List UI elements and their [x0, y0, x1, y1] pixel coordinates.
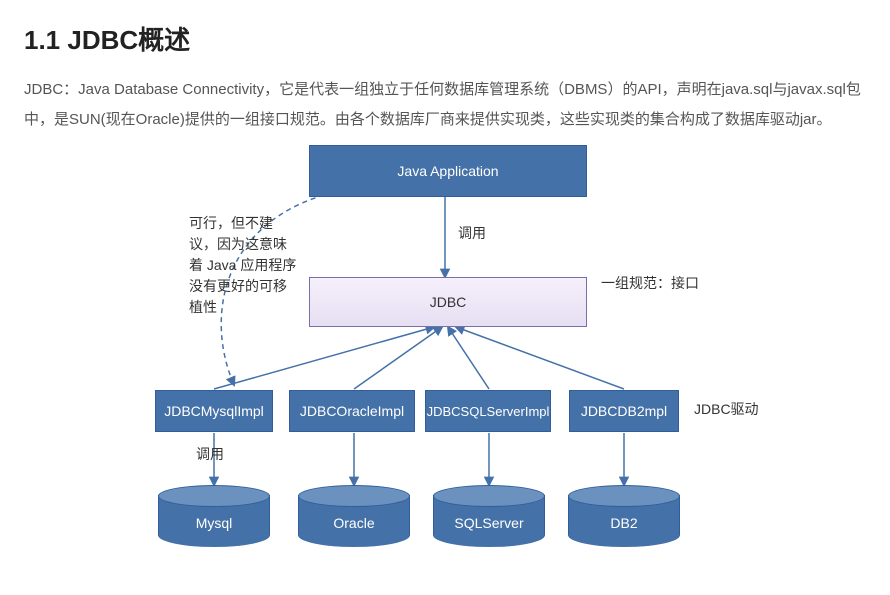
- jdbc-label: JDBC: [430, 294, 467, 310]
- db-oracle-cylinder: Oracle: [298, 485, 410, 547]
- jdbc-box: JDBC: [309, 277, 587, 327]
- db-db2-label: DB2: [568, 515, 680, 531]
- jdbc-architecture-diagram: Java Application 调用 可行，但不建议，因为这意味着 Java …: [24, 145, 866, 575]
- db-db2-cylinder: DB2: [568, 485, 680, 547]
- db-mysql-cylinder: Mysql: [158, 485, 270, 547]
- note-left-text: 可行，但不建议，因为这意味着 Java 应用程序没有更好的可移植性: [189, 213, 299, 318]
- section-paragraph: JDBC：Java Database Connectivity，它是代表一组独立…: [24, 75, 866, 135]
- db-sqlserver-label: SQLServer: [433, 515, 545, 531]
- call-label-top: 调用: [458, 223, 486, 244]
- call-label-bottom: 调用: [196, 444, 224, 465]
- impl-db2-box: JDBCDB2mpl: [569, 390, 679, 432]
- impl-mysql-box: JDBCMysqlImpl: [155, 390, 273, 432]
- impl-mysql-label: JDBCMysqlImpl: [164, 403, 264, 419]
- impl-db2-label: JDBCDB2mpl: [581, 403, 667, 419]
- jdbc-driver-label: JDBC驱动: [694, 399, 759, 420]
- db-oracle-label: Oracle: [298, 515, 410, 531]
- java-application-box: Java Application: [309, 145, 587, 197]
- impl-sqlserver-label: JDBCSQLServerImpl: [427, 404, 550, 419]
- impl-oracle-box: JDBCOracleImpl: [289, 390, 415, 432]
- db-mysql-label: Mysql: [158, 515, 270, 531]
- impl-oracle-label: JDBCOracleImpl: [300, 403, 404, 419]
- note-right-text: 一组规范：接口: [601, 273, 699, 294]
- section-heading: 1.1 JDBC概述: [24, 20, 866, 57]
- java-application-label: Java Application: [397, 163, 498, 179]
- db-sqlserver-cylinder: SQLServer: [433, 485, 545, 547]
- impl-sqlserver-box: JDBCSQLServerImpl: [425, 390, 551, 432]
